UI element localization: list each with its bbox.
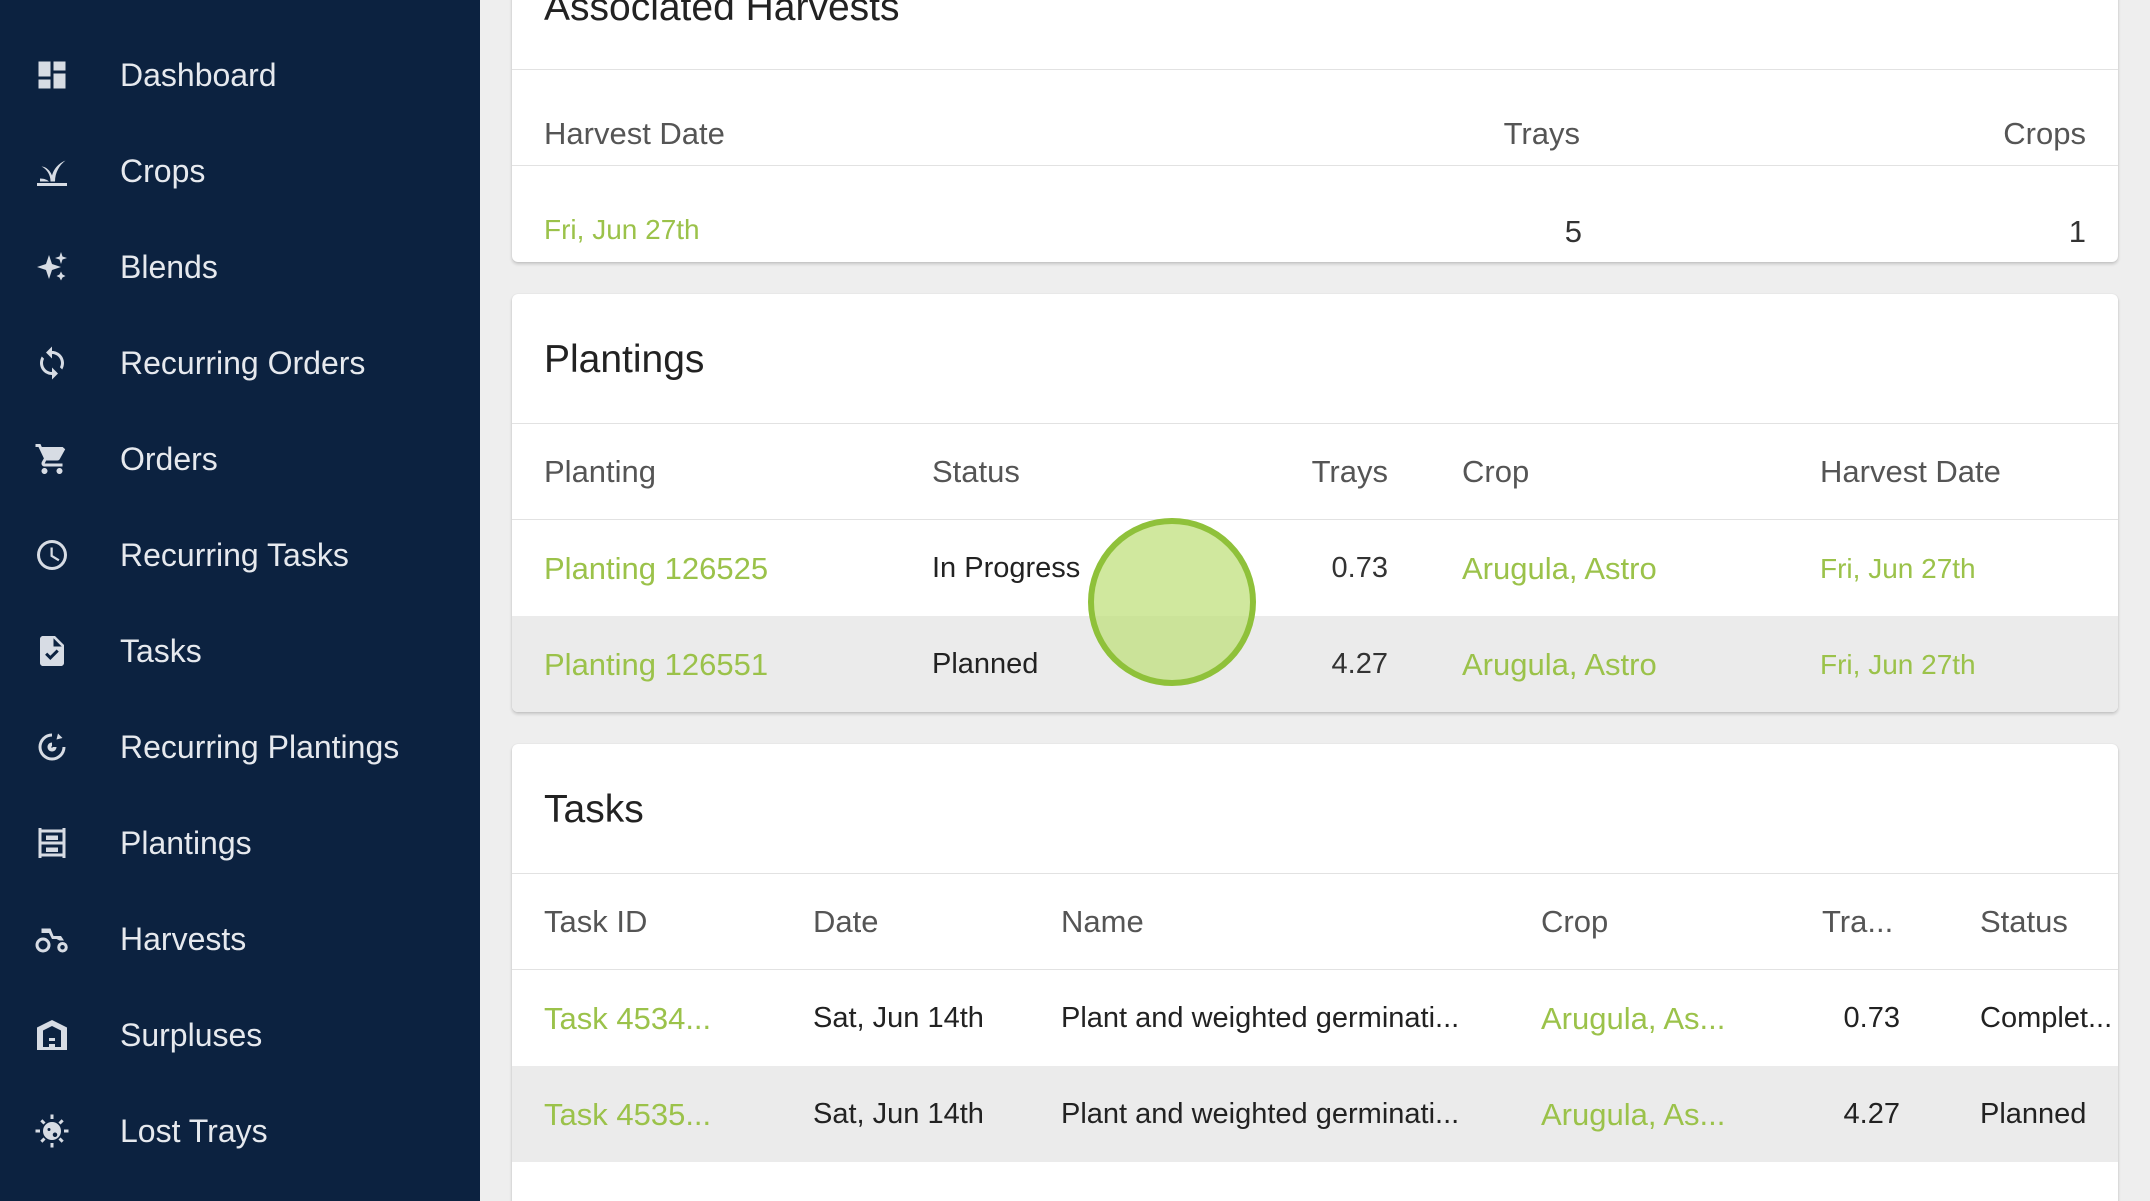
planting-link[interactable]: Planting 126525 <box>544 551 768 587</box>
sidebar-item-crops[interactable]: Crops <box>0 123 480 219</box>
sidebar-item-blends[interactable]: Blends <box>0 219 480 315</box>
sidebar-item-surpluses[interactable]: Surpluses <box>0 987 480 1083</box>
task-file-icon <box>34 633 70 669</box>
plantings-card: Plantings Planting Status Trays Crop Har… <box>512 294 2118 712</box>
sidebar-item-label: Recurring Tasks <box>120 536 349 573</box>
sidebar-item-label: Surpluses <box>120 1016 263 1053</box>
sidebar: Dashboard Crops Blends Recurring Orders … <box>0 0 480 1201</box>
column-header-date[interactable]: Date <box>813 904 878 940</box>
harvest-date-link[interactable]: Fri, Jun 27th <box>1820 553 1976 585</box>
task-id-link[interactable]: Task 4534... <box>544 1001 711 1037</box>
date-text: Sat, Jun 14th <box>813 1098 984 1130</box>
divider <box>512 423 2118 424</box>
sidebar-item-recurring-plantings[interactable]: Recurring Plantings <box>0 699 480 795</box>
sidebar-item-label: Dashboard <box>120 56 277 93</box>
trays-value: 4.27 <box>1331 648 1388 680</box>
column-header-trays[interactable]: Trays <box>1312 454 1388 490</box>
card-title: Associated Harvests <box>544 0 900 29</box>
refresh-icon <box>34 345 70 381</box>
harvest-date-link[interactable]: Fri, Jun 27th <box>544 214 700 246</box>
table-row-hovered[interactable]: Planting 126551 Planned 4.27 Arugula, As… <box>512 616 2118 712</box>
column-header-crop[interactable]: Crop <box>1541 904 1608 940</box>
task-name-text: Plant and weighted germinati... <box>1061 1002 1460 1034</box>
sidebar-item-label: Recurring Orders <box>120 344 366 381</box>
trays-value: 4.27 <box>1843 1098 1900 1130</box>
crop-link[interactable]: Arugula, Astro <box>1462 551 1657 587</box>
divider <box>512 69 2118 70</box>
virus-icon <box>34 1113 70 1149</box>
column-header-trays[interactable]: Tra... <box>1822 904 1893 940</box>
task-name-text: Plant and weighted germinati... <box>1061 1098 1460 1130</box>
column-header-harvest-date[interactable]: Harvest Date <box>544 116 725 152</box>
status-text: Planned <box>1980 1098 2087 1130</box>
sidebar-item-label: Tasks <box>120 632 202 669</box>
sidebar-item-plantings[interactable]: Plantings <box>0 795 480 891</box>
sidebar-item-recurring-tasks[interactable]: Recurring Tasks <box>0 507 480 603</box>
crop-link[interactable]: Arugula, As... <box>1541 1097 1725 1133</box>
column-header-status[interactable]: Status <box>1980 904 2068 940</box>
trays-value: 5 <box>1564 214 1582 249</box>
divider <box>512 969 2118 970</box>
task-id-link[interactable]: Task 4535... <box>544 1097 711 1133</box>
sidebar-item-label: Harvests <box>120 920 247 957</box>
card-title: Tasks <box>544 788 644 831</box>
column-header-task-id[interactable]: Task ID <box>544 904 647 940</box>
sidebar-item-label: Recurring Plantings <box>120 728 400 765</box>
sidebar-item-label: Blends <box>120 248 218 285</box>
column-header-crop[interactable]: Crop <box>1462 454 1529 490</box>
tasks-card: Tasks Task ID Date Name Crop Tra... Stat… <box>512 744 2118 1201</box>
sidebar-item-lost-trays[interactable]: Lost Trays <box>0 1083 480 1179</box>
status-text: In Progress <box>932 552 1081 584</box>
sidebar-item-label: Plantings <box>120 824 252 861</box>
click-ripple-indicator <box>1088 518 1256 686</box>
harvest-date-link[interactable]: Fri, Jun 27th <box>1820 649 1976 681</box>
column-header-trays[interactable]: Trays <box>1504 116 1580 152</box>
column-header-crops[interactable]: Crops <box>2003 116 2086 152</box>
sidebar-item-harvests[interactable]: Harvests <box>0 891 480 987</box>
shelves-icon <box>34 825 70 861</box>
associated-harvests-card: Associated Harvests Harvest Date Trays C… <box>512 0 2118 262</box>
crop-link[interactable]: Arugula, As... <box>1541 1001 1725 1037</box>
sidebar-item-recurring-orders[interactable]: Recurring Orders <box>0 315 480 411</box>
date-text: Sat, Jun 14th <box>813 1002 984 1034</box>
cart-icon <box>34 441 70 477</box>
crop-link[interactable]: Arugula, Astro <box>1462 647 1657 683</box>
column-header-name[interactable]: Name <box>1061 904 1144 940</box>
status-text: Complet... <box>1980 1002 2113 1034</box>
divider <box>512 519 2118 520</box>
column-header-planting[interactable]: Planting <box>544 454 656 490</box>
sidebar-item-tasks[interactable]: Tasks <box>0 603 480 699</box>
card-title: Plantings <box>544 338 705 381</box>
dashboard-icon <box>34 57 70 93</box>
sidebar-item-dashboard[interactable]: Dashboard <box>0 27 480 123</box>
sidebar-item-label: Lost Trays <box>120 1112 268 1149</box>
crops-value: 1 <box>2068 214 2086 249</box>
sidebar-item-label: Crops <box>120 152 206 189</box>
sprout-icon <box>34 153 70 189</box>
column-header-status[interactable]: Status <box>932 454 1020 490</box>
trays-value: 0.73 <box>1843 1002 1900 1034</box>
planting-link[interactable]: Planting 126551 <box>544 647 768 683</box>
table-row[interactable]: Task 4535... Sat, Jun 14th Plant and wei… <box>512 1066 2118 1162</box>
recurring-planting-icon <box>34 729 70 765</box>
warehouse-icon <box>34 1017 70 1053</box>
sidebar-item-label: Orders <box>120 440 218 477</box>
sidebar-item-orders[interactable]: Orders <box>0 411 480 507</box>
table-row-partial[interactable] <box>512 1162 2118 1201</box>
divider <box>512 165 2118 166</box>
column-header-harvest-date[interactable]: Harvest Date <box>1820 454 2001 490</box>
sparkles-icon <box>34 249 70 285</box>
status-text: Planned <box>932 648 1039 680</box>
trays-value: 0.73 <box>1331 552 1388 584</box>
divider <box>512 873 2118 874</box>
tractor-icon <box>34 921 70 957</box>
clock-icon <box>34 537 70 573</box>
